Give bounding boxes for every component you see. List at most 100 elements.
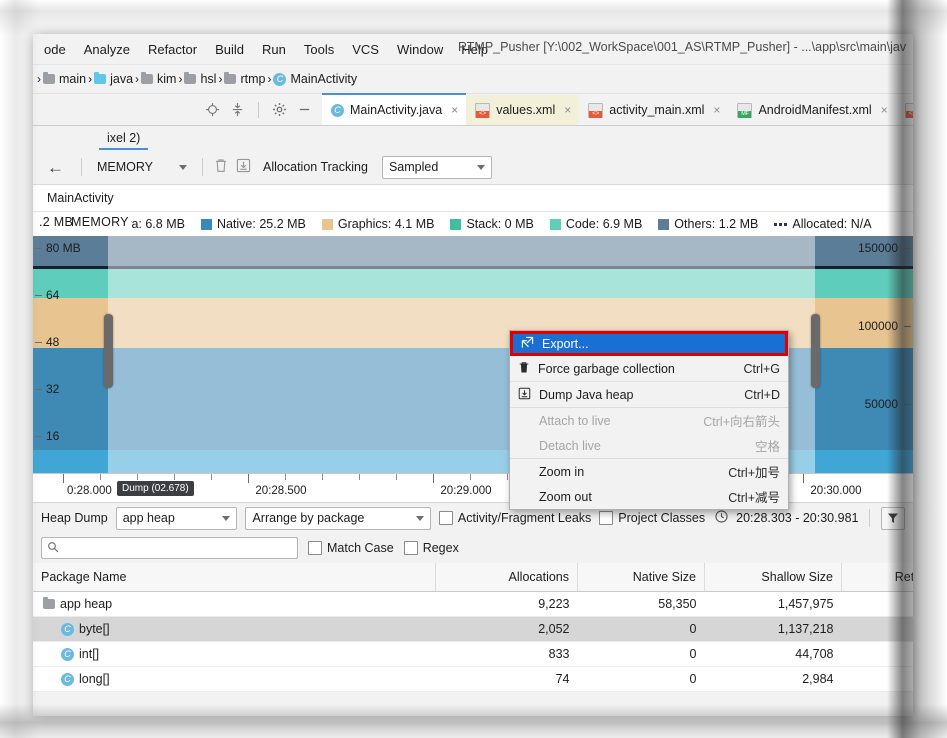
menu-item-run[interactable]: Run [253, 39, 295, 60]
table-row[interactable]: C byte[] 2,052 0 1,137,218 1,137,218 [33, 616, 913, 642]
close-icon[interactable]: × [451, 103, 458, 117]
manifest-file-icon [737, 102, 753, 118]
editor-tab-androidmanifest-xml[interactable]: AndroidManifest.xml × [728, 95, 895, 125]
col-retained-size[interactable]: Retained Size ▼ [841, 563, 913, 592]
legend-label-graphics: Graphics: 4.1 MB [337, 217, 435, 231]
breadcrumb-item-java[interactable]: java [94, 72, 133, 86]
breadcrumb-item-kim[interactable]: kim [141, 72, 176, 86]
arrange-select[interactable]: Arrange by package [245, 506, 431, 530]
cell-package-name: app heap [33, 591, 436, 617]
toolbar-divider [869, 509, 871, 527]
project-classes-checkbox[interactable]: Project Classes [599, 511, 705, 525]
y-tick-left: 80 MB [46, 241, 81, 255]
menu-item-tools[interactable]: Tools [295, 39, 343, 60]
locate-icon[interactable] [205, 102, 220, 117]
dump-marker-tooltip: Dump (02.678) [117, 481, 194, 496]
folder-icon [184, 72, 197, 84]
class-icon: C [61, 647, 74, 661]
context-menu-shortcut: Ctrl+加号 [728, 466, 780, 480]
col-native-size[interactable]: Native Size [577, 563, 705, 592]
editor-tab-overflow[interactable] [896, 95, 913, 125]
heap-dump-icon [518, 387, 531, 403]
arrange-select-value: Arrange by package [252, 511, 365, 525]
menu-item-build[interactable]: Build [206, 39, 253, 60]
legend-swatch-native [200, 218, 212, 230]
close-icon[interactable]: × [713, 103, 720, 117]
col-allocations[interactable]: Allocations [435, 563, 578, 592]
activity-leaks-checkbox[interactable]: Activity/Fragment Leaks [438, 511, 591, 525]
context-menu-label: Export... [542, 336, 589, 351]
table-row[interactable]: C int[] 833 0 44,708 44,708 [33, 641, 913, 667]
context-menu-label: Dump Java heap [539, 387, 634, 402]
range-handle-left[interactable] [104, 314, 113, 388]
col-shallow-size[interactable]: Shallow Size [704, 563, 842, 592]
menu-item-window[interactable]: Window [388, 39, 452, 60]
breadcrumb-sep: › [135, 72, 140, 86]
breadcrumb-label: rtmp [240, 72, 266, 86]
menu-item-analyze[interactable]: Analyze [75, 39, 139, 60]
filter-icon[interactable] [881, 506, 905, 530]
legend-swatch-stack [450, 218, 462, 230]
heap-dump-table[interactable]: Package Name Allocations Native Size Sha… [33, 563, 913, 692]
profiler-toolbar: ← MEMORY Allocation Tracking Sampled [33, 150, 913, 185]
cell-allocations: 833 [435, 641, 578, 667]
cell-retained-size: 2,984 [841, 666, 913, 692]
heap-dump-icon[interactable] [236, 158, 251, 176]
editor-tab-values-xml[interactable]: values.xml × [466, 95, 580, 125]
context-menu-item-zoom-in[interactable]: Zoom in Ctrl+加号 [510, 459, 788, 484]
back-arrow-icon[interactable]: ← [41, 159, 70, 176]
memory-overlap-label: .2 MB [39, 215, 74, 229]
class-icon: C [61, 672, 74, 686]
breadcrumb-item-mainactivity[interactable]: C MainActivity [273, 72, 357, 86]
trash-icon[interactable] [214, 158, 228, 176]
collapse-icon[interactable] [230, 102, 245, 117]
breadcrumb: › main › java › kim › hsl › rtmp › C Mai… [33, 65, 913, 94]
toolbar-divider [258, 101, 259, 118]
folder-icon [43, 597, 55, 609]
minimize-icon[interactable] [297, 102, 312, 117]
row-label: long[] [79, 672, 110, 686]
editor-tab-label: activity_main.xml [609, 103, 705, 117]
y-tick-right: 50000 [864, 397, 898, 411]
menu-item-vcs[interactable]: VCS [343, 39, 388, 60]
editor-tab-label: values.xml [496, 103, 556, 117]
close-icon[interactable]: × [564, 103, 571, 117]
context-menu-item-attach-to-live: Attach to live Ctrl+向右箭头 [510, 408, 788, 433]
profiler-session-row: MainActivity [33, 185, 913, 212]
editor-tab-mainactivity[interactable]: C MainActivity.java × [322, 93, 467, 125]
search-input[interactable] [41, 537, 298, 559]
breadcrumb-item-rtmp[interactable]: rtmp [224, 72, 265, 86]
table-row[interactable]: app heap 9,223 58,350 1,457,975 2,842,00… [33, 591, 913, 617]
sampling-mode-select[interactable]: Sampled [381, 155, 492, 179]
cell-retained-size: 44,708 [841, 641, 913, 667]
heap-select[interactable]: app heap [115, 506, 238, 530]
breadcrumb-label: kim [157, 72, 177, 86]
breadcrumb-label: MainActivity [290, 72, 358, 86]
folder-icon [141, 72, 154, 84]
profiler-section-select[interactable]: MEMORY [93, 158, 191, 176]
context-menu-item-dump-heap[interactable]: Dump Java heap Ctrl+D [510, 382, 788, 408]
match-case-checkbox[interactable]: Match Case [308, 541, 394, 555]
editor-tab-activity-main-xml[interactable]: activity_main.xml × [579, 95, 728, 125]
menu-item-refactor[interactable]: Refactor [139, 39, 206, 60]
context-menu-item-detach-live: Detach live 空格 [510, 433, 788, 459]
regex-checkbox[interactable]: Regex [403, 541, 459, 555]
profiler-device-tab[interactable]: ixel 2) [99, 129, 149, 150]
context-menu-item-force-gc[interactable]: Force garbage collection Ctrl+G [510, 356, 788, 382]
close-icon[interactable]: × [881, 103, 888, 117]
context-menu-item-zoom-out[interactable]: Zoom out Ctrl+减号 [510, 484, 788, 509]
row-label: byte[] [79, 622, 110, 636]
context-menu-item-export[interactable]: Export... [510, 331, 788, 356]
profiler-context-menu[interactable]: Export... Force garbage collection Ctrl+… [509, 330, 789, 510]
sampling-mode-value: Sampled [388, 160, 439, 174]
context-menu-label: Attach to live [539, 413, 611, 428]
gear-icon[interactable] [272, 102, 287, 117]
cell-shallow-size: 1,137,218 [704, 616, 842, 642]
table-row[interactable]: C long[] 74 0 2,984 2,984 [33, 666, 913, 692]
breadcrumb-item-main[interactable]: main [43, 72, 86, 86]
menu-item-code[interactable]: ode [35, 39, 75, 60]
breadcrumb-item-hsl[interactable]: hsl [184, 72, 216, 86]
range-handle-right[interactable] [811, 314, 820, 388]
col-package-name[interactable]: Package Name [33, 563, 436, 592]
cell-shallow-size: 2,984 [704, 666, 842, 692]
